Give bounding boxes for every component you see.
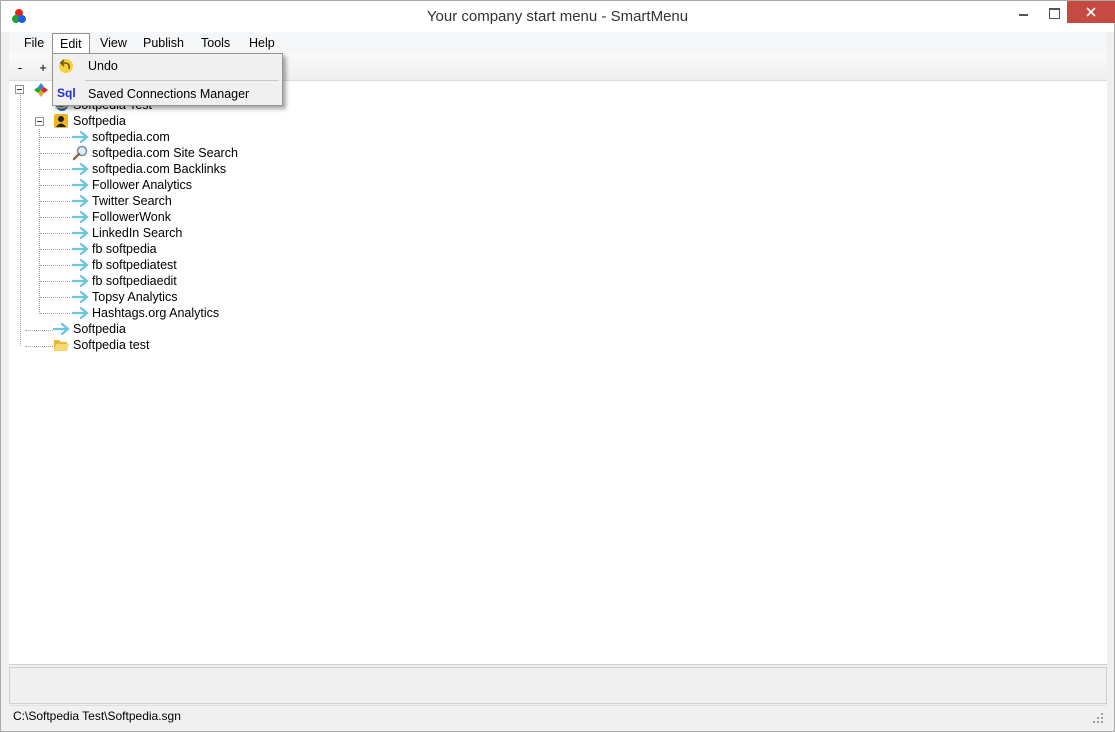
tree-connector (25, 346, 53, 347)
minimize-button[interactable] (1006, 1, 1040, 25)
tree-item-label: Softpedia (73, 322, 126, 336)
tree-connector (40, 297, 70, 298)
menu-file[interactable]: File (17, 33, 51, 54)
tree-connector (39, 129, 40, 314)
arrow-link-icon (53, 322, 70, 336)
menu-item-saved-connections[interactable]: Sql Saved Connections Manager (54, 82, 281, 106)
title-bar[interactable]: Your company start menu - SmartMenu (1, 1, 1115, 32)
tree-item-label: softpedia.com Backlinks (92, 162, 227, 176)
arrow-link-icon (72, 290, 89, 304)
user-group-icon (54, 114, 68, 128)
menu-tools[interactable]: Tools (194, 33, 237, 54)
tree-item-label: Softpedia test (73, 338, 150, 352)
tree-connector (40, 169, 70, 170)
arrow-link-icon (72, 178, 89, 192)
tree-view[interactable]: Softpedia Test Softpedia softpedia.comso… (9, 81, 1107, 665)
tree-item-label: Twitter Search (92, 194, 172, 208)
maximize-button[interactable] (1036, 1, 1070, 25)
tree-connector (40, 217, 70, 218)
tree-item-label: fb softpedia (92, 242, 157, 256)
tree-item-label: softpedia.com (92, 130, 170, 144)
arrow-link-icon (72, 210, 89, 224)
tree-item-label: Follower Analytics (92, 178, 193, 192)
menu-help[interactable]: Help (242, 33, 282, 54)
menu-separator (85, 80, 279, 81)
arrow-link-icon (72, 226, 89, 240)
arrow-link-icon (72, 194, 89, 208)
arrow-link-icon (72, 242, 89, 256)
expand-all-button[interactable]: + (36, 60, 50, 75)
app-window: Your company start menu - SmartMenu File… (0, 0, 1115, 732)
tree-connector (20, 95, 21, 346)
menu-item-undo[interactable]: Undo (54, 54, 281, 78)
arrow-link-icon (72, 258, 89, 272)
resize-grip-icon[interactable] (1092, 712, 1104, 724)
edit-menu-dropdown: Undo Sql Saved Connections Manager (52, 53, 283, 106)
close-button[interactable] (1067, 1, 1115, 23)
magnifier-icon (72, 145, 88, 161)
tree-connector (40, 233, 70, 234)
details-panel (9, 667, 1107, 704)
tree-item-label: Hashtags.org Analytics (92, 306, 220, 320)
tree-item-label: fb softpediatest (92, 258, 177, 272)
tree-item-label: Softpedia (73, 114, 126, 128)
collapse-all-button[interactable]: - (13, 60, 27, 75)
arrow-link-icon (72, 162, 89, 176)
tree-connector (25, 330, 53, 331)
tree-connector (40, 265, 70, 266)
tree-item-label: Topsy Analytics (92, 290, 178, 304)
undo-icon (59, 59, 73, 73)
menu-view[interactable]: View (93, 33, 134, 54)
tree-connector (40, 201, 70, 202)
arrow-link-icon (72, 274, 89, 288)
tree-item-label: LinkedIn Search (92, 226, 183, 240)
saved-connections-label: Saved Connections Manager (88, 87, 250, 101)
tree-connector (40, 313, 70, 314)
window-title: Your company start menu - SmartMenu (426, 8, 689, 25)
status-bar: C:\Softpedia Test\Softpedia.sgn (9, 705, 1107, 727)
tree-item-label: FollowerWonk (92, 210, 171, 224)
menu-bar: File Edit View Publish Tools Help (9, 32, 1107, 55)
tree-item-label: fb softpediaedit (92, 274, 177, 288)
root-node-icon (34, 83, 48, 97)
tree-expander[interactable] (35, 117, 44, 126)
undo-label: Undo (88, 59, 118, 73)
folder-icon (54, 340, 69, 351)
arrow-link-icon (72, 130, 89, 144)
menu-edit[interactable]: Edit (52, 33, 90, 55)
tree-connector (40, 185, 70, 186)
status-file-path: C:\Softpedia Test\Softpedia.sgn (13, 709, 181, 723)
sql-icon: Sql (57, 86, 76, 100)
tree-connector (40, 281, 70, 282)
tree-connector (40, 249, 70, 250)
tree-expander[interactable] (15, 85, 24, 94)
tree-connector (40, 153, 70, 154)
menu-publish[interactable]: Publish (136, 33, 191, 54)
arrow-link-icon (72, 306, 89, 320)
tree-connector (40, 137, 70, 138)
tree-item-label: softpedia.com Site Search (92, 146, 238, 160)
close-icon (1086, 7, 1096, 17)
